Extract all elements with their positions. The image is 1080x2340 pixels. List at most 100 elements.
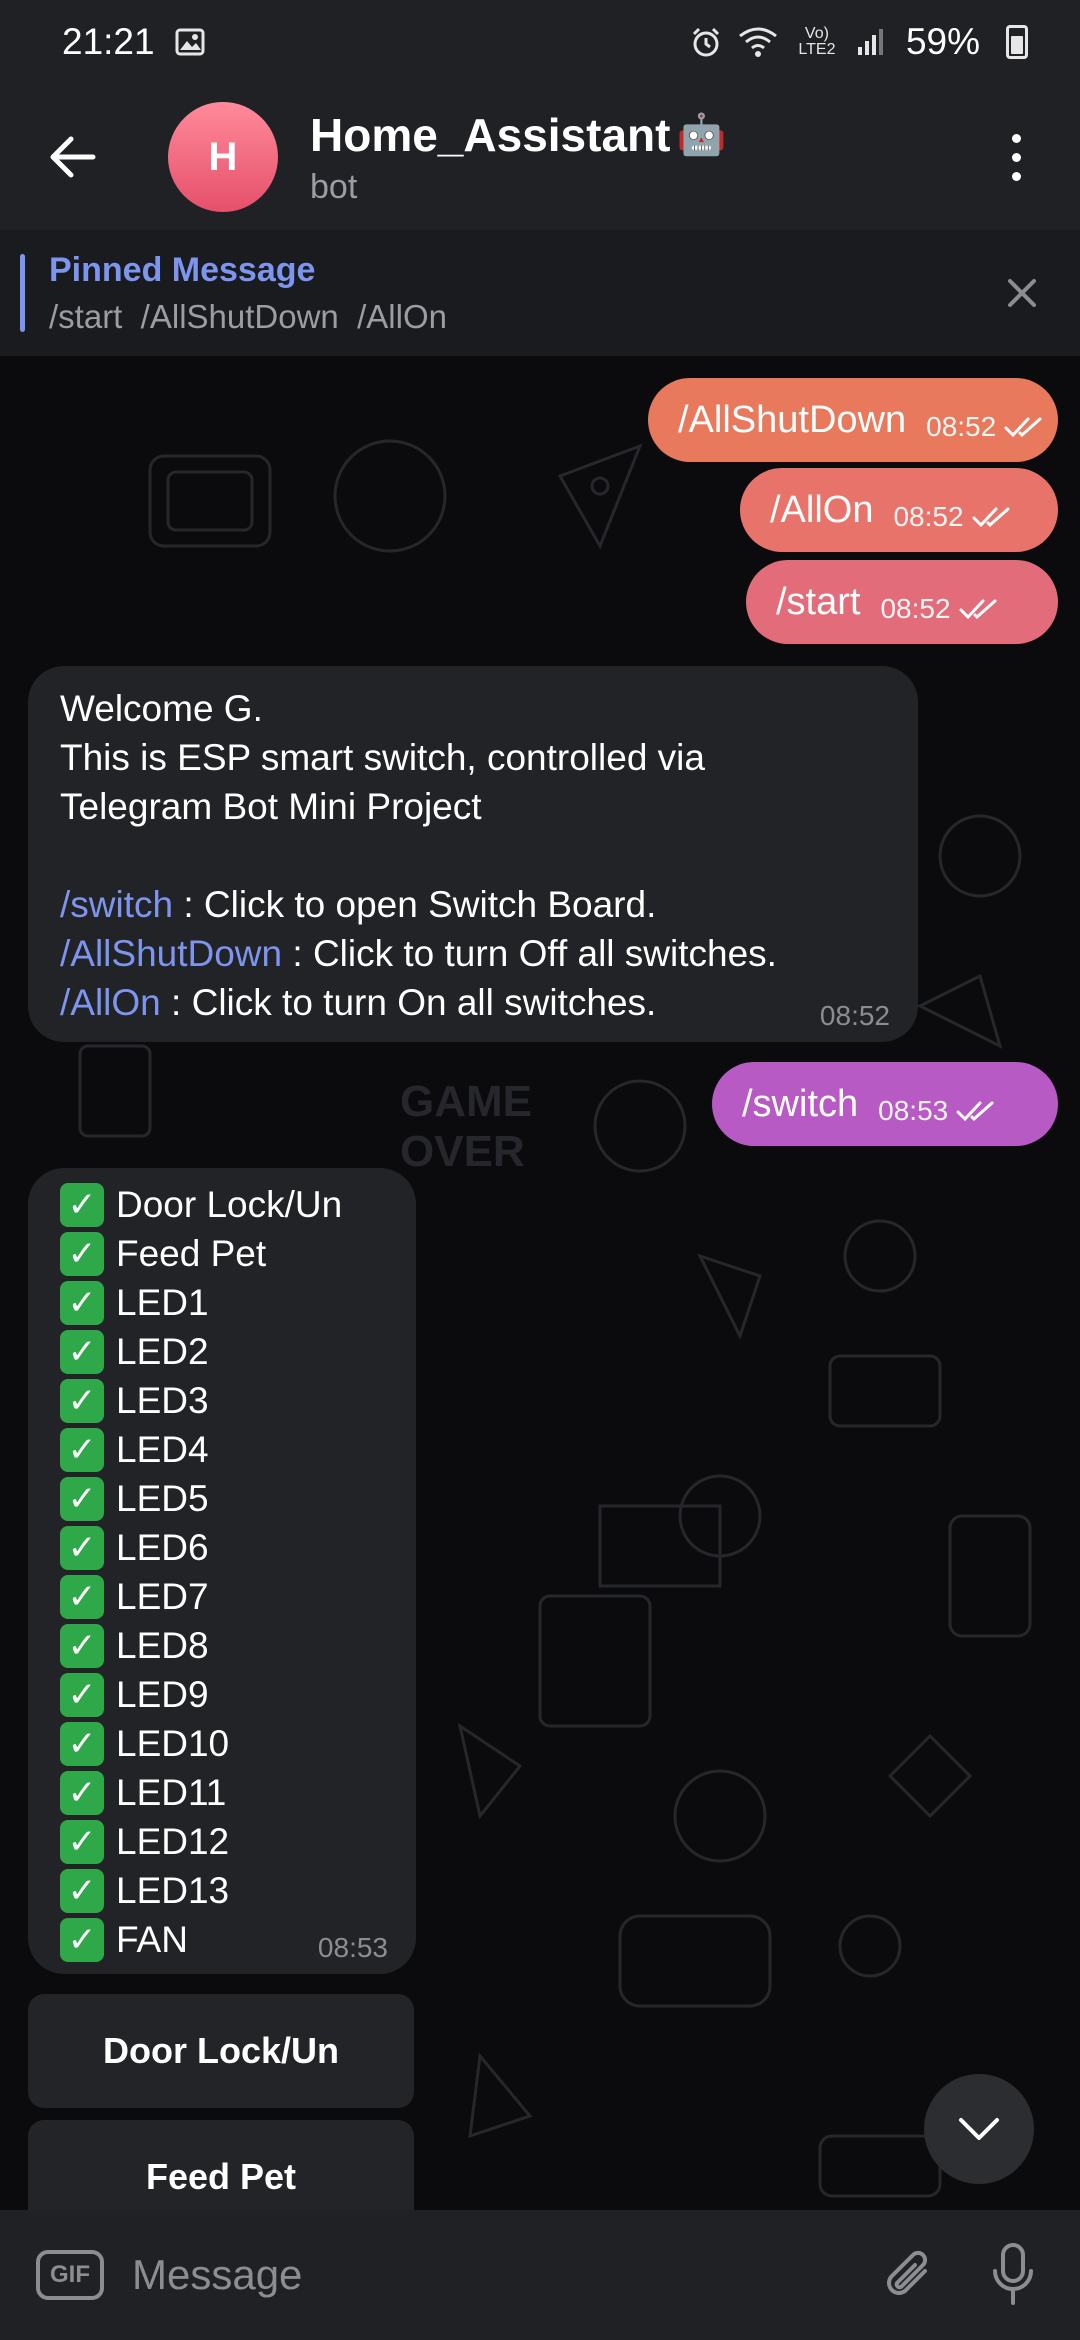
- message-text: /AllShutDown: [678, 398, 907, 441]
- gallery-icon: [175, 28, 205, 56]
- chat-title: Home_Assistant 🤖: [310, 108, 976, 162]
- outgoing-message[interactable]: /AllOn 08:52: [740, 468, 1058, 552]
- switch-label: LED11: [116, 1772, 227, 1813]
- keyboard-button-label: Feed Pet: [145, 2156, 297, 2197]
- command-line: /AllShutDown : Click to turn Off all swi…: [60, 929, 888, 978]
- scroll-down-button[interactable]: [924, 2074, 1034, 2184]
- pinned-message[interactable]: Pinned Message /start /AllShutDown /AllO…: [0, 230, 1080, 356]
- check-mark-icon: ✓: [60, 1672, 104, 1717]
- microphone-icon: [993, 2243, 1033, 2305]
- switch-list-item: ✓ LED4: [60, 1425, 386, 1474]
- status-time: 21:21: [62, 21, 155, 62]
- outgoing-message[interactable]: /AllShutDown 08:52: [648, 378, 1058, 462]
- chat-header: H Home_Assistant 🤖 bot: [0, 84, 1080, 230]
- avatar[interactable]: H: [168, 102, 278, 212]
- double-check-icon: [972, 507, 1010, 528]
- command-link-switch[interactable]: /switch: [60, 884, 173, 925]
- switch-list-item: ✓ Feed Pet: [60, 1229, 386, 1278]
- welcome-line: This is ESP smart switch, controlled via: [60, 737, 705, 778]
- command-desc: : Click to turn On all switches.: [160, 982, 657, 1023]
- status-bar: 21:21 Vo) LTE2 59%: [0, 0, 1080, 84]
- message-time: 08:52: [926, 411, 997, 442]
- switch-label: LED10: [116, 1723, 230, 1764]
- check-mark-icon: ✓: [60, 1623, 104, 1668]
- network-label: Vo) LTE2: [798, 25, 836, 58]
- message-meta: 08:52: [926, 411, 1046, 443]
- check-mark-icon: ✓: [60, 1476, 104, 1521]
- outgoing-message[interactable]: /switch 08:53: [712, 1062, 1058, 1146]
- message-time: 08:52: [880, 593, 951, 624]
- switch-label: LED9: [116, 1674, 209, 1715]
- gif-button[interactable]: GIF: [36, 2250, 104, 2300]
- paperclip-icon: [887, 2250, 928, 2295]
- command-link-allon[interactable]: /AllOn: [60, 982, 161, 1023]
- switch-label: LED3: [116, 1380, 209, 1421]
- switch-list-item: ✓ LED9: [60, 1670, 386, 1719]
- switch-list-item: ✓ LED6: [60, 1523, 386, 1572]
- robot-emoji: 🤖: [676, 113, 727, 157]
- battery-icon: [1006, 25, 1028, 59]
- check-mark-icon: ✓: [60, 1329, 104, 1374]
- welcome-line: Telegram Bot Mini Project: [60, 786, 482, 827]
- pinned-title: Pinned Message: [49, 250, 316, 289]
- chevron-down-icon: [959, 2118, 999, 2140]
- check-mark-icon: ✓: [60, 1819, 104, 1864]
- message-text: /AllOn: [770, 488, 874, 531]
- message-meta: 08:52: [893, 501, 1013, 533]
- switch-list-item: ✓ LED1: [60, 1278, 386, 1327]
- welcome-line: Welcome G.: [60, 688, 263, 729]
- dot-icon: [1011, 133, 1021, 143]
- signal-icon: [857, 29, 883, 55]
- message-time: 08:53: [317, 1932, 388, 1963]
- svg-text:GAME: GAME: [400, 1077, 532, 1126]
- switch-list-item: ✓ LED13: [60, 1866, 386, 1915]
- more-options-button[interactable]: [976, 107, 1056, 207]
- switch-label: Feed Pet: [116, 1233, 267, 1274]
- double-check-icon: [1004, 417, 1042, 438]
- microphone-button[interactable]: [968, 2225, 1058, 2325]
- dot-icon: [1011, 171, 1021, 181]
- attach-button[interactable]: [864, 2225, 954, 2325]
- check-mark-icon: ✓: [60, 1182, 104, 1227]
- command-line: /switch : Click to open Switch Board.: [60, 880, 888, 929]
- outgoing-message[interactable]: /start 08:52: [746, 560, 1058, 644]
- command-link-allshutdown[interactable]: /AllShutDown: [60, 933, 282, 974]
- command-desc: : Click to open Switch Board.: [173, 884, 657, 925]
- keyboard-button-door-lock[interactable]: Door Lock/Un: [28, 1994, 414, 2108]
- keyboard-button-feed-pet[interactable]: Feed Pet: [28, 2120, 414, 2210]
- switch-label: LED12: [116, 1821, 230, 1862]
- switch-list-item: ✓ LED11: [60, 1768, 386, 1817]
- check-mark-icon: ✓: [60, 1574, 104, 1619]
- close-pinned-button[interactable]: [982, 253, 1062, 333]
- alarm-icon: [692, 27, 719, 57]
- check-mark-icon: ✓: [60, 1280, 104, 1325]
- message-time: 08:52: [819, 1000, 890, 1031]
- wifi-icon: [739, 27, 777, 57]
- switch-label: LED6: [116, 1527, 209, 1568]
- check-mark-icon: ✓: [60, 1721, 104, 1766]
- back-button[interactable]: [12, 97, 132, 217]
- switch-label: Door Lock/Un: [116, 1184, 343, 1225]
- check-mark-icon: ✓: [60, 1917, 104, 1962]
- switch-list-item: ✓ LED7: [60, 1572, 386, 1621]
- arrow-left-icon: [50, 136, 96, 178]
- message-meta: 08:52: [880, 593, 1000, 625]
- message-time: 08:53: [878, 1095, 949, 1126]
- pinned-content: Pinned Message /start /AllShutDown /AllO…: [49, 251, 982, 336]
- check-mark-icon: ✓: [60, 1427, 104, 1472]
- incoming-message[interactable]: Welcome G. This is ESP smart switch, con…: [28, 666, 918, 1042]
- message-input[interactable]: [132, 2251, 864, 2299]
- switch-list-item: ✓ Door Lock/Un: [60, 1180, 386, 1229]
- switch-label: LED7: [116, 1576, 209, 1617]
- switch-list-message[interactable]: ✓ Door Lock/Un ✓ Feed Pet ✓ LED1 ✓ LED2 ✓ LED3 ✓ LE…: [28, 1168, 416, 1974]
- chat-info[interactable]: Home_Assistant 🤖 bot: [310, 108, 976, 207]
- switch-list-item: ✓ LED2: [60, 1327, 386, 1376]
- pinned-text: /start /AllShutDown /AllOn: [49, 297, 447, 335]
- switch-label: LED13: [116, 1870, 230, 1911]
- chat-area[interactable]: GAME OVER /AllShutDown 08:52 /AllOn 08:5…: [0, 356, 1080, 2210]
- gif-label: GIF: [50, 2261, 90, 2288]
- dot-icon: [1011, 152, 1021, 162]
- switch-label: LED2: [116, 1331, 209, 1372]
- message-text: /switch: [742, 1082, 859, 1125]
